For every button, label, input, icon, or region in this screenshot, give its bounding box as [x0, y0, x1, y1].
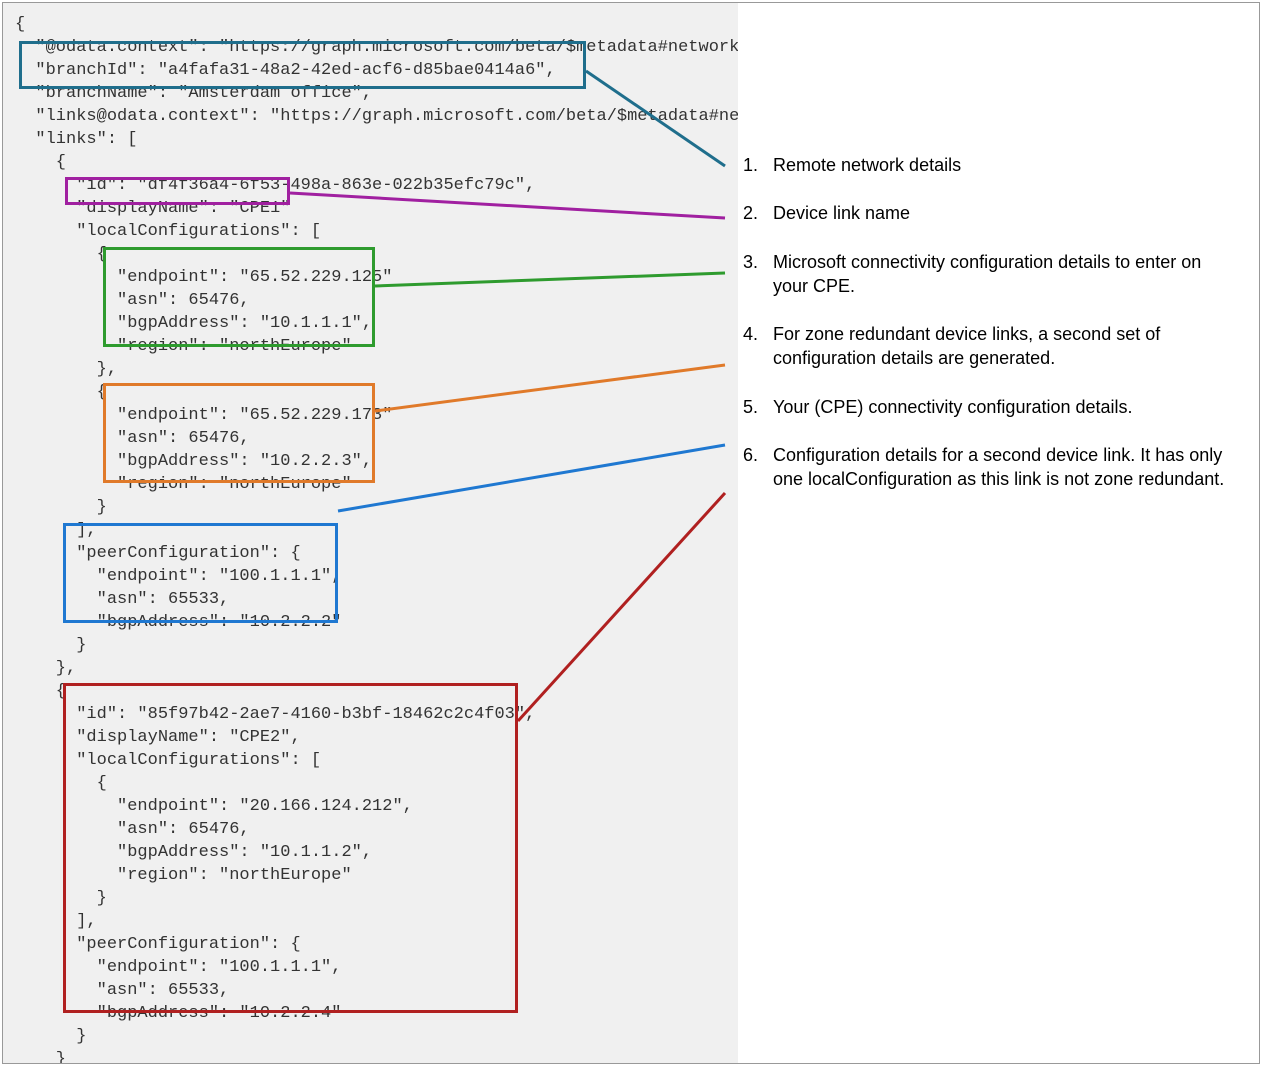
code-line: "bgpAddress": "10.1.1.1",	[15, 312, 726, 335]
code-line: "bgpAddress": "10.2.2.3",	[15, 450, 726, 473]
code-line: "localConfigurations": [	[15, 220, 726, 243]
code-line: }	[15, 1048, 726, 1063]
code-line: "endpoint": "20.166.124.212",	[15, 795, 726, 818]
code-line: {	[15, 772, 726, 795]
code-line: ],	[15, 910, 726, 933]
code-line: "localConfigurations": [	[15, 749, 726, 772]
annotation-item: Microsoft connectivity configuration det…	[743, 250, 1239, 299]
code-line: {	[15, 381, 726, 404]
code-line: "asn": 65533,	[15, 588, 726, 611]
code-line: "region": "northEurope"	[15, 473, 726, 496]
code-line: "links": [	[15, 128, 726, 151]
annotations-panel: Remote network details Device link name …	[738, 3, 1259, 1063]
code-line: },	[15, 657, 726, 680]
code-line: "peerConfiguration": {	[15, 542, 726, 565]
code-line: "bgpAddress": "10.2.2.4"	[15, 1002, 726, 1025]
annotation-item: For zone redundant device links, a secon…	[743, 322, 1239, 371]
code-line: {	[15, 13, 726, 36]
code-line: }	[15, 887, 726, 910]
code-line: "endpoint": "100.1.1.1",	[15, 565, 726, 588]
code-line: },	[15, 358, 726, 381]
code-line: "bgpAddress": "10.1.1.2",	[15, 841, 726, 864]
code-line: {	[15, 680, 726, 703]
code-line: "asn": 65476,	[15, 427, 726, 450]
code-line: "links@odata.context": "https://graph.mi…	[15, 105, 726, 128]
code-line: }	[15, 634, 726, 657]
code-line: "asn": 65476,	[15, 818, 726, 841]
code-line: "id": "85f97b42-2ae7-4160-b3bf-18462c2c4…	[15, 703, 726, 726]
json-code-panel: { "@odata.context": "https://graph.micro…	[3, 3, 738, 1063]
code-line: }	[15, 496, 726, 519]
code-line: "@odata.context": "https://graph.microso…	[15, 36, 726, 59]
code-line: "region": "northEurope"	[15, 864, 726, 887]
code-line: "peerConfiguration": {	[15, 933, 726, 956]
code-line: ],	[15, 519, 726, 542]
code-line: }	[15, 1025, 726, 1048]
code-line: "endpoint": "65.52.229.125"	[15, 266, 726, 289]
code-line: "displayName": "CPE1"	[15, 197, 726, 220]
annotation-item: Remote network details	[743, 153, 1239, 177]
code-line: {	[15, 243, 726, 266]
annotation-item: Device link name	[743, 201, 1239, 225]
code-line: "endpoint": "100.1.1.1",	[15, 956, 726, 979]
code-line: "region": "northEurope"	[15, 335, 726, 358]
document-container: { "@odata.context": "https://graph.micro…	[2, 2, 1260, 1064]
annotation-item: Configuration details for a second devic…	[743, 443, 1239, 492]
annotation-item: Your (CPE) connectivity configuration de…	[743, 395, 1239, 419]
code-line: {	[15, 151, 726, 174]
code-line: "id": "df4f36a4-6f53-498a-863e-022b35efc…	[15, 174, 726, 197]
code-line: "endpoint": "65.52.229.173"	[15, 404, 726, 427]
code-line: "asn": 65476,	[15, 289, 726, 312]
code-line: "bgpAddress": "10.2.2.2"	[15, 611, 726, 634]
code-line: "asn": 65533,	[15, 979, 726, 1002]
code-line: "displayName": "CPE2",	[15, 726, 726, 749]
code-line: "branchId": "a4fafa31-48a2-42ed-acf6-d85…	[15, 59, 726, 82]
code-line: "branchName": "Amsterdam office",	[15, 82, 726, 105]
